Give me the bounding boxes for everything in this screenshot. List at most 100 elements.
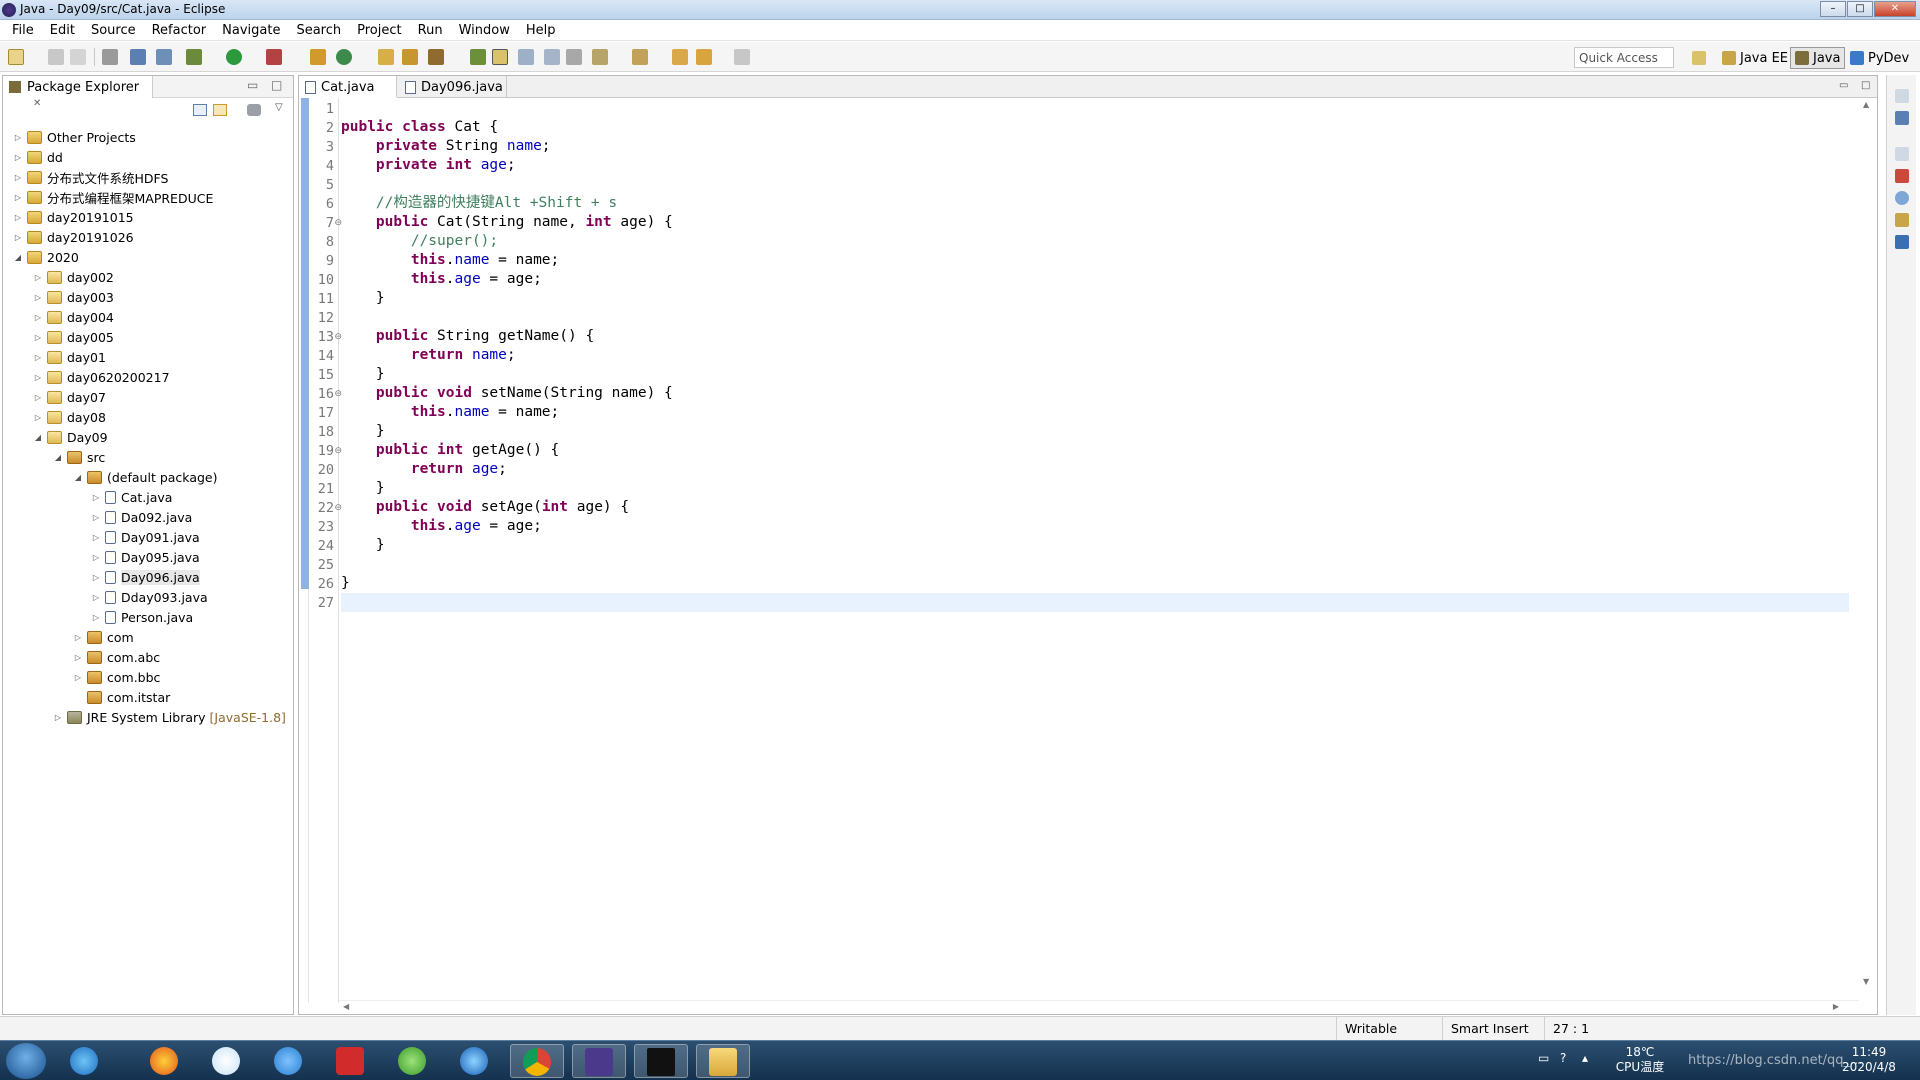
open-type-icon[interactable] [378,49,394,65]
filter-icon[interactable] [247,104,261,116]
search-tool-icon[interactable] [428,49,444,65]
tray-help-icon[interactable]: ? [1560,1051,1566,1066]
taskbar-cloud[interactable] [262,1044,316,1078]
tree-node-default-package[interactable]: ◢ (default package) [73,468,218,486]
taskbar-youdao[interactable] [324,1044,378,1078]
scroll-right-icon[interactable]: ▶ [1833,1002,1839,1011]
taskbar-firefox[interactable] [138,1044,192,1078]
menu-refactor[interactable]: Refactor [144,23,215,38]
tree-node-day07[interactable]: ▷ day07 [33,388,106,406]
perspective-pydev[interactable]: PyDev [1846,47,1913,69]
tree-node-dday093-java[interactable]: ▷ Dday093.java [91,588,208,606]
tab-day096-java[interactable]: Day096.java [399,76,507,98]
link-with-editor-icon[interactable] [213,104,227,116]
tree-node-dd[interactable]: ▷ dd [13,148,63,166]
tray-clock[interactable]: 11:49 2020/4/8 [1834,1045,1904,1075]
last-edit-icon[interactable] [672,49,688,65]
coverage-icon[interactable] [266,49,282,65]
new-java-project-icon[interactable] [310,49,326,65]
tree-node-day20191026[interactable]: ▷ day20191026 [13,228,134,246]
menu-window[interactable]: Window [451,23,518,38]
tree-node-person-java[interactable]: ▷ Person.java [91,608,193,626]
quick-access-input[interactable]: Quick Access [1574,47,1674,68]
restore-icon[interactable] [1895,89,1909,103]
tree-node-day0620200217[interactable]: ▷ day0620200217 [33,368,170,386]
tree-node-day08[interactable]: ▷ day08 [33,408,106,426]
tree-node-day09[interactable]: ◢ Day09 [33,428,108,446]
close-button[interactable]: ✕ [1874,1,1916,17]
taskbar-download[interactable] [386,1044,440,1078]
code-text-area[interactable]: public class Cat { private String name; … [341,98,1849,1003]
block-selection-icon[interactable] [518,49,534,65]
run-icon[interactable] [226,49,242,65]
tree-node-cat-java[interactable]: ▷ Cat.java [91,488,173,506]
menu-search[interactable]: Search [288,23,349,38]
tree-node-com-itstar[interactable]: com.itstar [73,688,170,706]
taskbar-ie[interactable] [58,1044,112,1078]
menu-navigate[interactable]: Navigate [214,23,288,38]
console-icon[interactable] [130,49,146,65]
maximize-editor-icon[interactable]: □ [1861,80,1870,91]
debug-icon[interactable] [186,49,202,65]
tree-node-day002[interactable]: ▷ day002 [33,268,114,286]
show-whitespace-icon[interactable] [544,49,560,65]
taskbar-baidu-netdisk[interactable] [200,1044,254,1078]
horizontal-scrollbar[interactable]: ◀ ▶ [339,1000,1859,1014]
tree-node-day005[interactable]: ▷ day005 [33,328,114,346]
perspective-java[interactable]: Java [1790,47,1846,69]
tree-node-day096-java[interactable]: ▷ Day096.java [91,568,200,586]
javadoc-icon[interactable] [1895,191,1909,205]
tree-node-day01[interactable]: ▷ day01 [33,348,106,366]
taskbar-explorer[interactable] [696,1044,750,1078]
new-class-icon[interactable] [336,49,352,65]
collapse-all-icon[interactable] [193,104,207,116]
scroll-up-icon[interactable]: ▲ [1863,100,1869,109]
save-icon[interactable] [48,49,64,65]
tree-node-da092-java[interactable]: ▷ Da092.java [91,508,192,526]
declaration-icon[interactable] [1895,213,1909,227]
tree-node-day20191015[interactable]: ▷ day20191015 [13,208,134,226]
annotation-icon[interactable] [470,49,486,65]
menu-source[interactable]: Source [83,23,144,38]
start-button[interactable] [6,1043,46,1079]
maximize-view-icon[interactable]: □ [271,78,282,92]
scroll-down-icon[interactable]: ▼ [1863,977,1869,986]
back-icon[interactable] [696,49,712,65]
print-icon[interactable] [102,49,118,65]
console-view-icon[interactable] [1895,235,1909,249]
taskbar-eclipse[interactable] [572,1044,626,1078]
mark-occurrences-icon[interactable] [492,49,508,65]
previous-annotation-icon[interactable] [632,49,648,65]
tree-node-day003[interactable]: ▷ day003 [33,288,114,306]
maximize-button[interactable]: □ [1847,1,1873,17]
outline-icon[interactable] [1895,111,1909,125]
tree-node-other-projects[interactable]: ▷ Other Projects [13,128,136,146]
tree-node-src[interactable]: ◢ src [53,448,105,466]
skip-breakpoints-icon[interactable] [156,49,172,65]
tree-node-com-abc[interactable]: ▷ com.abc [73,648,160,666]
minimize-button[interactable]: – [1820,1,1846,17]
menu-help[interactable]: Help [518,23,564,38]
tree-node-2020[interactable]: ◢ 2020 [13,248,79,266]
tree-node-day095-java[interactable]: ▷ Day095.java [91,548,200,566]
save-all-icon[interactable] [70,49,86,65]
forward-icon[interactable] [734,49,750,65]
tray-keyboard-icon[interactable]: ▭ [1538,1051,1549,1066]
menu-file[interactable]: File [4,23,42,38]
tree-node-com[interactable]: ▷ com [73,628,134,646]
menu-project[interactable]: Project [349,23,409,38]
scroll-left-icon[interactable]: ◀ [343,1002,349,1011]
tree-node-day004[interactable]: ▷ day004 [33,308,114,326]
restore-icon[interactable] [1895,147,1909,161]
problems-icon[interactable] [1895,169,1909,183]
open-perspective-button[interactable] [1688,47,1714,69]
taskbar-cmd[interactable] [634,1044,688,1078]
tree-node-hdfs[interactable]: ▷ 分布式文件系统HDFS [13,168,168,186]
tree-node-com-bbc[interactable]: ▷ com.bbc [73,668,161,686]
tree-node-day091-java[interactable]: ▷ Day091.java [91,528,200,546]
menu-edit[interactable]: Edit [42,23,83,38]
menu-run[interactable]: Run [410,23,451,38]
perspective-java-ee[interactable]: Java EE [1718,47,1792,69]
tray-expand-icon[interactable]: ▴ [1582,1051,1588,1066]
next-annotation-icon[interactable] [592,49,608,65]
